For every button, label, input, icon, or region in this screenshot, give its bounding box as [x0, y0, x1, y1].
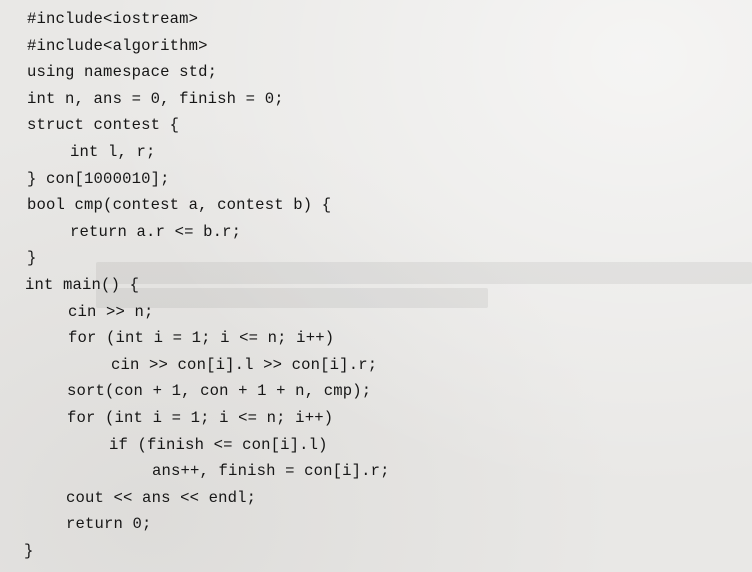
- code-line: int n, ans = 0, finish = 0;: [27, 89, 284, 108]
- code-line: cin >> con[i].l >> con[i].r;: [111, 355, 378, 374]
- code-line: sort(con + 1, con + 1 + n, cmp);: [67, 382, 372, 401]
- code-line: return 0;: [66, 515, 152, 534]
- code-line: int l, r;: [70, 142, 156, 161]
- code-line: if (finish <= con[i].l): [109, 435, 328, 454]
- code-line: ans++, finish = con[i].r;: [152, 462, 390, 481]
- code-line: cout << ans << endl;: [66, 488, 257, 507]
- code-line: using namespace std;: [27, 63, 218, 82]
- code-line: cin >> n;: [68, 302, 154, 321]
- code-line: for (int i = 1; i <= n; i++): [68, 329, 335, 348]
- code-line: int main() {: [25, 275, 140, 294]
- code-listing: #include<iostream> #include<algorithm> u…: [0, 6, 390, 564]
- code-line: }: [24, 541, 34, 560]
- code-line: } con[1000010];: [27, 169, 170, 188]
- code-line: bool cmp(contest a, contest b) {: [27, 196, 332, 215]
- code-line: return a.r <= b.r;: [70, 222, 242, 241]
- code-line: #include<algorithm>: [27, 36, 208, 55]
- code-line: }: [27, 249, 37, 268]
- code-line: struct contest {: [27, 116, 180, 135]
- scanned-page: #include<iostream> #include<algorithm> u…: [0, 0, 752, 572]
- code-line: for (int i = 1; i <= n; i++): [67, 408, 334, 427]
- code-line: #include<iostream>: [27, 10, 199, 28]
